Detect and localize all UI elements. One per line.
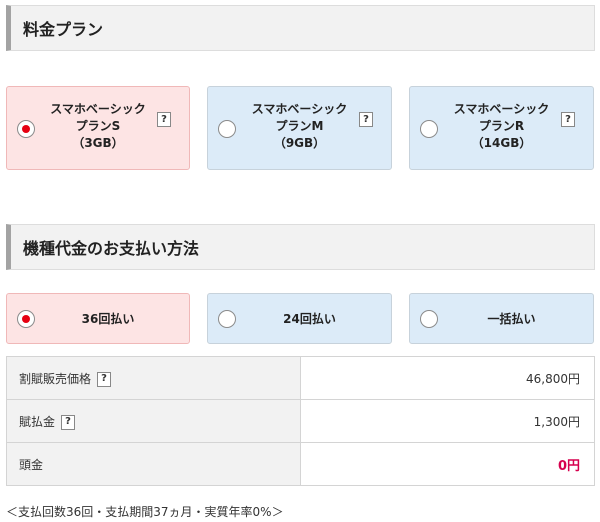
plan-option-r[interactable]: スマホベーシック プランR （14GB） ?: [409, 86, 594, 170]
installment-price-label: 割賦販売価格: [19, 371, 92, 386]
plan-option-m[interactable]: スマホベーシック プランM （9GB） ?: [207, 86, 392, 170]
down-payment-label: 頭金: [19, 457, 44, 472]
radio-selected-dot: [22, 125, 30, 133]
plan-r-help-button[interactable]: ?: [561, 112, 575, 127]
table-row: 頭金 0円: [6, 442, 595, 486]
payment-36-label: 36回払い: [81, 312, 135, 326]
payment-terms-note: ＜支払回数36回・支払期間37ヵ月・実質年率0%＞: [6, 505, 284, 519]
plan-r-name-line1: スマホベーシック: [453, 102, 550, 116]
plan-s-capacity: （3GB）: [72, 136, 124, 150]
table-row: 賦払金? 1,300円: [6, 399, 595, 443]
plan-section-title: 料金プラン: [6, 5, 595, 51]
installment-payment-help-button[interactable]: ?: [61, 414, 76, 430]
installment-payment-value: 1,300円: [300, 399, 595, 443]
plan-m-name-line1: スマホベーシック: [251, 102, 348, 116]
installment-payment-label-cell: 賦払金?: [6, 399, 301, 443]
down-payment-value: 0円: [300, 442, 595, 486]
payment-36-radio[interactable]: [17, 310, 35, 328]
installment-price-help-button[interactable]: ?: [97, 371, 112, 387]
payment-24-label: 24回払い: [283, 312, 336, 326]
plan-s-radio[interactable]: [17, 120, 35, 138]
plan-m-capacity: （9GB）: [273, 136, 326, 150]
payment-option-24[interactable]: 24回払い: [207, 293, 392, 344]
payment-option-36[interactable]: 36回払い: [6, 293, 190, 344]
payment-option-lump[interactable]: 一括払い: [409, 293, 594, 344]
payment-section-title: 機種代金のお支払い方法: [6, 224, 595, 270]
payment-24-radio[interactable]: [218, 310, 236, 328]
plan-r-label: スマホベーシック プランR （14GB）: [440, 101, 563, 152]
down-payment-label-cell: 頭金: [6, 442, 301, 486]
plan-s-name-line1: スマホベーシック: [50, 102, 146, 116]
plan-option-s[interactable]: スマホベーシック プランS （3GB） ?: [6, 86, 190, 170]
installment-payment-label: 賦払金: [19, 414, 56, 429]
price-table: 割賦販売価格? 46,800円 賦払金? 1,300円 頭金 0円: [6, 356, 595, 486]
plan-s-name-line2: プランS: [75, 119, 121, 133]
installment-price-label-cell: 割賦販売価格?: [6, 356, 301, 400]
table-row: 割賦販売価格? 46,800円: [6, 356, 595, 400]
radio-selected-dot: [22, 315, 30, 323]
payment-lump-radio[interactable]: [420, 310, 438, 328]
plan-s-label: スマホベーシック プランS （3GB）: [37, 101, 159, 152]
plan-s-help-button[interactable]: ?: [157, 112, 171, 127]
plan-r-capacity: （14GB）: [471, 136, 532, 150]
plan-m-name-line2: プランM: [275, 119, 324, 133]
plan-m-help-button[interactable]: ?: [359, 112, 373, 127]
installment-price-value: 46,800円: [300, 356, 595, 400]
payment-lump-label: 一括払い: [487, 312, 536, 326]
plan-r-name-line2: プランR: [478, 119, 525, 133]
plan-m-label: スマホベーシック プランM （9GB）: [238, 101, 361, 152]
plan-m-radio[interactable]: [218, 120, 236, 138]
plan-r-radio[interactable]: [420, 120, 438, 138]
